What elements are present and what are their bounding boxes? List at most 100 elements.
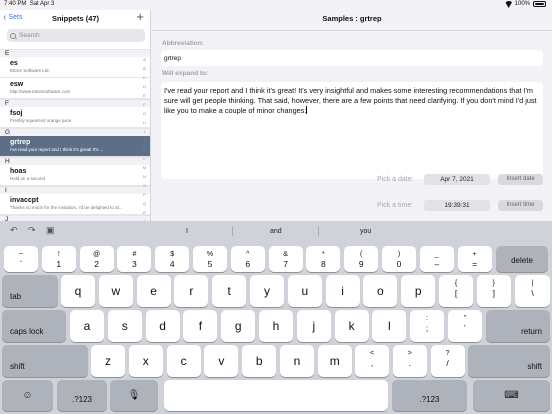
key-2[interactable]: @2 [79, 246, 114, 272]
redo-icon[interactable]: ↷ [28, 225, 36, 236]
index-letter[interactable]: M [142, 163, 147, 172]
key-7[interactable]: & 7 [268, 246, 303, 272]
shift-left-key[interactable]: shift [2, 345, 88, 377]
abbreviation-field[interactable]: grtrep [161, 50, 543, 66]
caps-lock-key[interactable]: caps lock [2, 310, 66, 342]
key-i[interactable]: i [325, 275, 360, 307]
index-letter[interactable]: D [142, 82, 147, 91]
key-bracket[interactable]: }] [476, 275, 511, 307]
key-d[interactable]: d [145, 310, 180, 342]
index-letter[interactable]: P [142, 190, 147, 199]
key-s[interactable]: s [107, 310, 142, 342]
key-8[interactable]: * 8 [306, 246, 341, 272]
key-u[interactable]: u [287, 275, 322, 307]
index-letter[interactable]: Q [142, 199, 147, 208]
index-letter[interactable]: R [142, 208, 147, 217]
dictation-key[interactable]: 🎙 [110, 380, 158, 411]
shift-right-key[interactable]: shift [468, 345, 550, 377]
index-letter[interactable]: G [142, 109, 147, 118]
key-x[interactable]: x [128, 345, 163, 377]
delete-key[interactable]: delete [496, 246, 548, 272]
insert-time-button[interactable]: Insert time [498, 200, 543, 211]
key-punct[interactable]: :; [410, 310, 444, 342]
suggestion-2[interactable]: and [270, 228, 282, 235]
section-index[interactable]: ABCDEFGHIJKLMNOPQRS [142, 55, 147, 221]
snippet-row[interactable]: hoas Hold on a second [0, 165, 150, 186]
key-f[interactable]: f [183, 310, 218, 342]
key-4[interactable]: $4 [155, 246, 190, 272]
hide-keyboard-key[interactable]: ⌨ [473, 380, 550, 411]
key-punct[interactable]: <, [355, 345, 389, 377]
snippet-row[interactable]: esw http://www.ettoresoftware.com [0, 78, 150, 99]
index-letter[interactable]: N [142, 172, 147, 181]
index-letter[interactable]: E [142, 91, 147, 100]
key-y[interactable]: y [250, 275, 284, 307]
numbers-key-right[interactable]: .?123 [392, 380, 467, 411]
index-letter[interactable]: C [142, 73, 147, 82]
index-letter[interactable]: B [142, 64, 147, 73]
key-punct[interactable]: ? / [430, 345, 465, 377]
key-`[interactable]: ~ ` [4, 246, 38, 272]
key-3[interactable]: #3 [117, 246, 152, 272]
expansion-text-area[interactable]: I've read your report and I think it's g… [161, 82, 543, 179]
key-1[interactable]: ! 1 [41, 246, 76, 272]
key-k[interactable]: k [334, 310, 369, 342]
return-key[interactable]: return [486, 310, 550, 342]
emoji-key[interactable]: ☺ [2, 380, 53, 411]
snippet-row[interactable]: invaccpt Thanks so much for the invitatio… [0, 194, 150, 215]
snippet-row[interactable]: grtrep I've read your report and I think … [0, 136, 150, 157]
index-letter[interactable]: H [142, 118, 147, 127]
key-j[interactable]: j [296, 310, 331, 342]
undo-icon[interactable]: ↶ [10, 225, 18, 236]
index-letter[interactable]: F [142, 100, 147, 109]
key-char: \ [531, 288, 534, 298]
tab-key[interactable]: tab [2, 275, 58, 307]
key-punct[interactable]: >. [392, 345, 427, 377]
key-bracket[interactable]: {[ [439, 275, 473, 307]
snippet-row[interactable]: fsoj Freshly squeezed orange juice [0, 107, 150, 128]
key-c[interactable]: c [166, 345, 201, 377]
key-6[interactable]: ^ 6 [230, 246, 265, 272]
key-w[interactable]: w [98, 275, 133, 307]
key-e[interactable]: e [136, 275, 171, 307]
index-letter[interactable]: L [142, 154, 147, 163]
key-shift-char: ^ [246, 251, 250, 258]
key-b[interactable]: b [242, 345, 277, 377]
key-=[interactable]: + = [457, 246, 492, 272]
key-t[interactable]: t [212, 275, 247, 307]
index-letter[interactable]: K [142, 145, 147, 154]
snippet-row[interactable]: es Ettore Software Ltd. [0, 57, 150, 78]
index-letter[interactable]: J [142, 136, 147, 145]
key-q[interactable]: q [61, 275, 95, 307]
key-r[interactable]: r [174, 275, 209, 307]
key-punct[interactable]: ”’ [447, 310, 482, 342]
key-p[interactable]: p [401, 275, 436, 307]
suggestion-3[interactable]: you [360, 228, 371, 235]
key-–[interactable]: _ – [419, 246, 454, 272]
index-letter[interactable]: I [142, 127, 147, 136]
index-letter[interactable]: A [142, 55, 147, 64]
key-0[interactable]: ) 0 [382, 246, 416, 272]
numbers-key-left[interactable]: .?123 [57, 380, 107, 411]
key-h[interactable]: h [259, 310, 293, 342]
add-snippet-button[interactable]: + [136, 10, 144, 24]
key-a[interactable]: a [70, 310, 104, 342]
key-m[interactable]: m [317, 345, 352, 377]
key-5[interactable]: % 5 [193, 246, 227, 272]
index-letter[interactable]: O [142, 181, 147, 190]
key-o[interactable]: o [363, 275, 398, 307]
key-z[interactable]: z [91, 345, 125, 377]
space-bar[interactable] [164, 380, 388, 411]
paste-icon[interactable]: ▣ [46, 225, 55, 236]
key-n[interactable]: n [280, 345, 314, 377]
suggestion-1[interactable]: I [186, 228, 188, 235]
date-picker[interactable]: Apr 7, 2021 [424, 174, 490, 185]
key-g[interactable]: g [221, 310, 256, 342]
key-v[interactable]: v [204, 345, 239, 377]
insert-date-button[interactable]: Insert date [498, 174, 543, 185]
key-backslash[interactable]: | \ [515, 275, 550, 307]
search-field[interactable]: Search [7, 29, 145, 42]
key-l[interactable]: l [372, 310, 407, 342]
key-9[interactable]: (9 [344, 246, 379, 272]
time-picker[interactable]: 19:39:31 [424, 200, 490, 211]
